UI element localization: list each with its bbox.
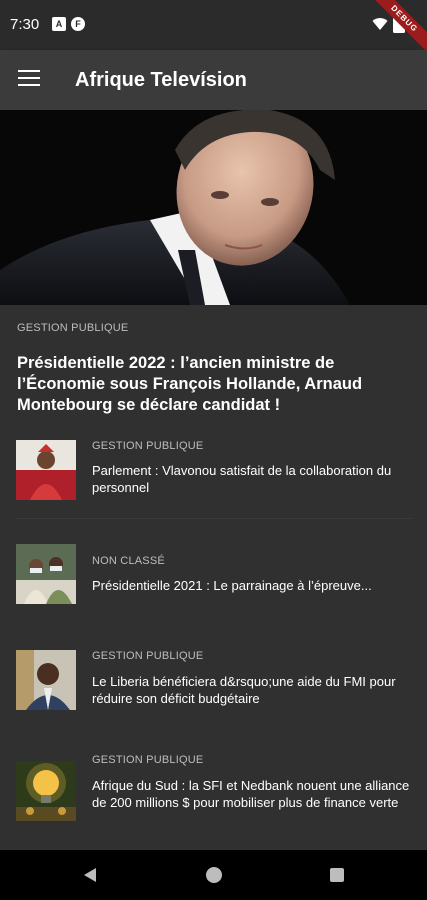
status-bar: 7:30 A F DEBUG — [0, 0, 427, 50]
recents-icon[interactable] — [330, 868, 344, 882]
article-category: GESTION PUBLIQUE — [92, 440, 204, 452]
article-thumbnail — [16, 440, 76, 500]
debug-ribbon: DEBUG — [367, 0, 427, 50]
system-nav-bar — [0, 850, 427, 900]
back-icon[interactable] — [82, 867, 98, 883]
article-category: GESTION PUBLIQUE — [92, 650, 204, 662]
app-bar: Afrique Televísion — [0, 50, 427, 110]
article-title: Parlement : Vlavonou satisfait de la col… — [92, 463, 392, 495]
featured-title[interactable]: Présidentielle 2022 : l’ancien ministre … — [17, 353, 412, 416]
app-title: Afrique Televísion — [75, 69, 247, 91]
divider — [16, 518, 411, 519]
hamburger-menu-icon[interactable] — [18, 70, 40, 90]
debug-label: DEBUG — [367, 0, 427, 50]
list-item[interactable]: GESTION PUBLIQUE Afrique du Sud : la SFI… — [0, 747, 427, 852]
article-list: GESTION PUBLIQUE Présidentielle 2022 : l… — [0, 305, 427, 850]
status-time: 7:30 — [10, 16, 40, 33]
article-thumbnail — [16, 650, 76, 710]
portrait-photo — [0, 110, 427, 305]
article-category: GESTION PUBLIQUE — [92, 754, 204, 766]
featured-category: GESTION PUBLIQUE — [17, 322, 129, 334]
list-item[interactable]: GESTION PUBLIQUE Le Liberia bénéficiera … — [0, 643, 427, 748]
notification-a-icon: A — [52, 17, 66, 31]
list-item[interactable]: GESTION PUBLIQUE Parlement : Vlavonou sa… — [0, 433, 427, 538]
article-title: Afrique du Sud : la SFI et Nedbank nouen… — [92, 778, 410, 810]
article-title: Le Liberia bénéficiera d&rsquo;une aide … — [92, 674, 396, 706]
featured-image[interactable] — [0, 110, 427, 305]
article-thumbnail — [16, 761, 76, 821]
notification-f-icon: F — [71, 17, 85, 31]
article-title: Présidentielle 2021 : Le parrainage à l’… — [92, 578, 372, 593]
list-item[interactable]: NON CLASSÉ Présidentielle 2021 : Le parr… — [0, 538, 427, 643]
article-category: NON CLASSÉ — [92, 555, 165, 567]
home-icon[interactable] — [206, 867, 222, 883]
article-thumbnail — [16, 544, 76, 604]
